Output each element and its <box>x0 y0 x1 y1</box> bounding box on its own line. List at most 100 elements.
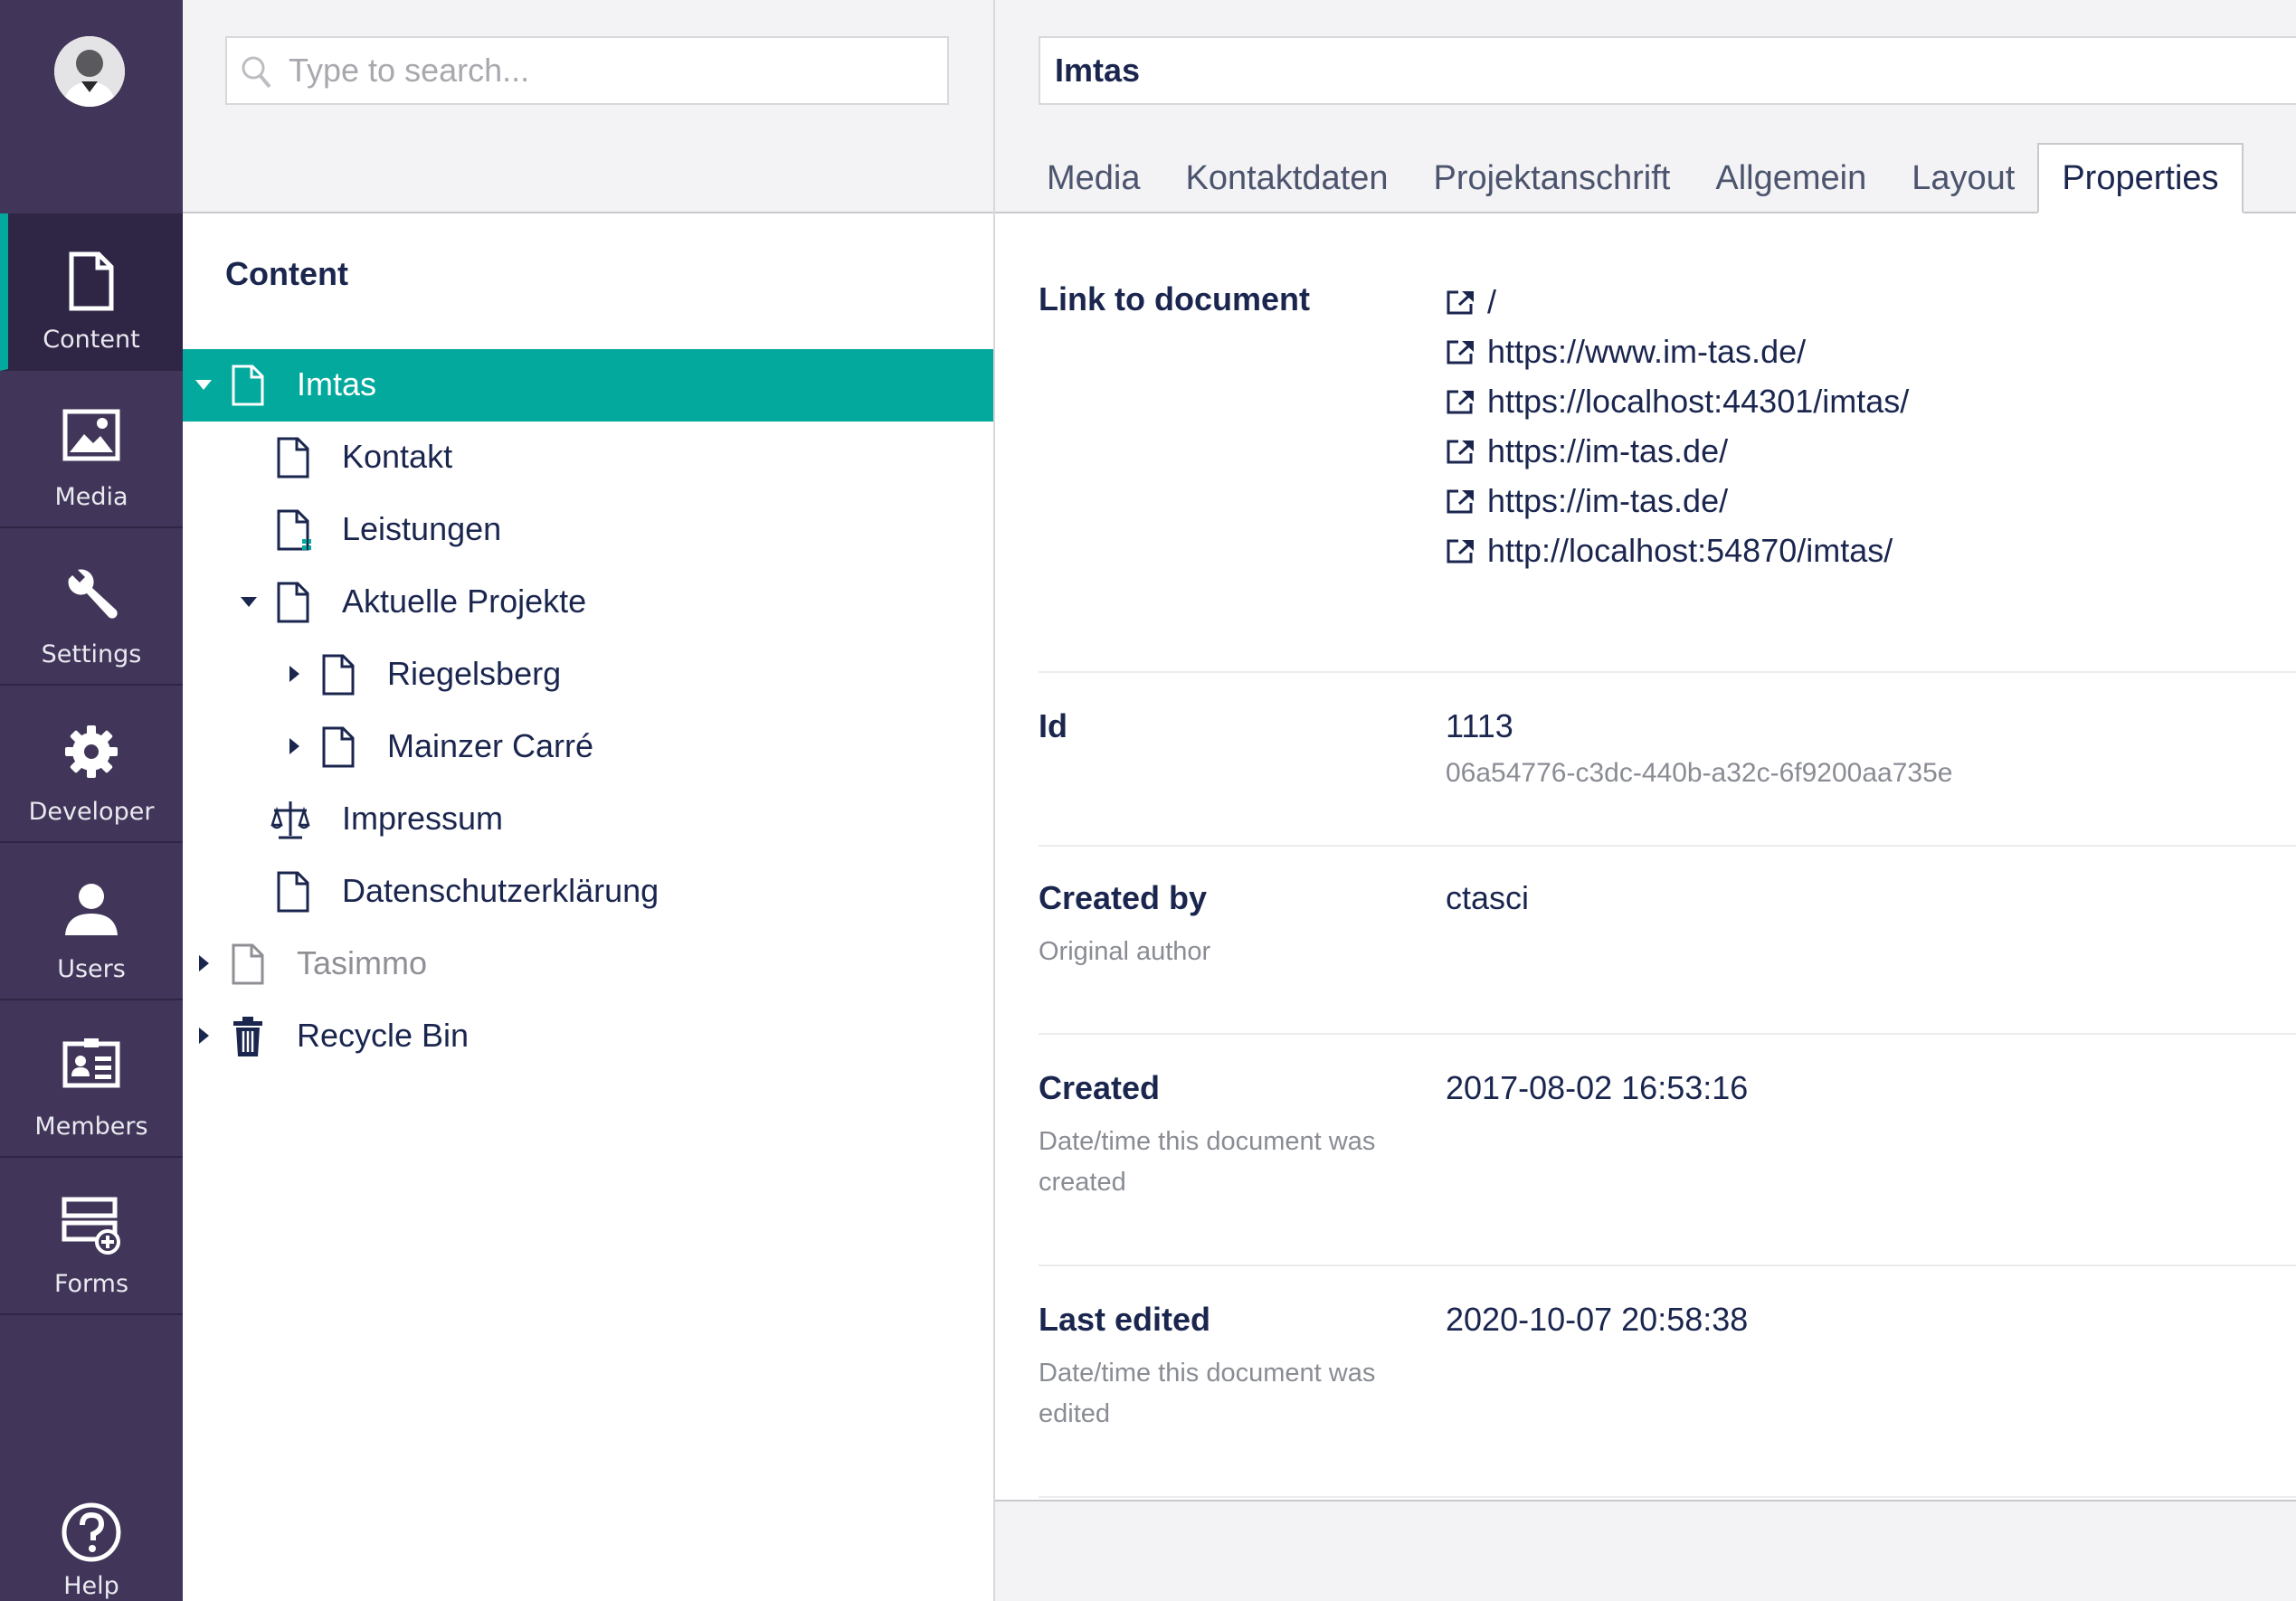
caret-down-icon[interactable] <box>239 592 259 611</box>
tree-node-aktuelle-projekte[interactable]: Aktuelle Projekte <box>183 566 993 639</box>
caret-right-icon[interactable] <box>284 664 304 684</box>
nav-label: Developer <box>28 798 155 826</box>
property-label: Created by <box>1039 879 1208 916</box>
document-link[interactable]: https://localhost:44301/imtas/ <box>1446 376 1909 426</box>
tab-layout[interactable]: Layout <box>1889 143 2037 213</box>
tree-node-datenschutzerklaerung[interactable]: Datenschutzerklärung <box>183 856 993 928</box>
link-list: / https://www.im-tas.de/ https://localho… <box>1446 277 1909 575</box>
link-text: https://localhost:44301/imtas/ <box>1487 382 1910 420</box>
caret-right-icon[interactable] <box>284 736 304 756</box>
nav-settings[interactable]: Settings <box>0 528 183 686</box>
user-icon <box>65 884 118 935</box>
tree-node-recycle-bin[interactable]: Recycle Bin <box>183 1000 993 1073</box>
wrench-icon <box>68 569 118 619</box>
tab-properties[interactable]: Properties <box>2037 143 2244 213</box>
tree-node-label: Riegelsberg <box>387 655 562 692</box>
caret-right-icon[interactable] <box>194 953 213 973</box>
forms-icon <box>62 1197 120 1255</box>
document-icon <box>277 582 309 623</box>
tree-node-kontakt[interactable]: Kontakt <box>183 422 993 494</box>
document-link[interactable]: https://im-tas.de/ <box>1446 476 1909 526</box>
tree-node-mainzer-carre[interactable]: Mainzer Carré <box>183 711 993 783</box>
editor-tabs: Media Kontaktdaten Projektanschrift Allg… <box>1024 143 2244 213</box>
property-links: Link to document / https://www.im-tas.de… <box>1039 213 2296 673</box>
document-link[interactable]: / <box>1446 277 1909 327</box>
document-link[interactable]: http://localhost:54870/imtas/ <box>1446 526 1909 575</box>
nav-content[interactable]: Content <box>0 213 183 371</box>
document-list-view-icon <box>277 509 311 551</box>
content-editor: Media Kontaktdaten Projektanschrift Allg… <box>995 0 2296 1601</box>
nav-label: Settings <box>41 640 142 668</box>
nav-label: Help <box>63 1572 119 1600</box>
document-icon <box>232 943 264 985</box>
tree-node-label: Aktuelle Projekte <box>342 583 587 620</box>
guid-value: 06a54776-c3dc-440b-a32c-6f9200aa735e <box>1446 758 1953 788</box>
nav-developer[interactable]: Developer <box>0 686 183 843</box>
document-icon <box>232 365 264 406</box>
tree-node-label: Impressum <box>342 800 504 837</box>
external-link-icon <box>1447 340 1474 364</box>
created-by-value: ctasci <box>1446 879 1530 916</box>
external-link-icon <box>1447 290 1474 314</box>
link-text: https://im-tas.de/ <box>1487 431 1729 469</box>
created-value: 2017-08-02 16:53:16 <box>1446 1069 1749 1106</box>
external-link-icon <box>1447 489 1474 513</box>
property-created-by: Created by Original author ctasci <box>1039 847 2296 1035</box>
nav-members[interactable]: Members <box>0 1000 183 1158</box>
trash-icon <box>233 1017 262 1056</box>
tab-allgemein[interactable]: Allgemein <box>1693 143 1889 213</box>
document-icon <box>322 654 355 696</box>
nav-media[interactable]: Media <box>0 371 183 528</box>
node-name-input[interactable] <box>1053 38 2296 103</box>
tab-kontaktdaten[interactable]: Kontaktdaten <box>1163 143 1411 213</box>
tree-title: Content <box>225 255 348 292</box>
editor-footer <box>995 1500 2296 1601</box>
node-name-box[interactable] <box>1039 36 2296 105</box>
editor-header: Media Kontaktdaten Projektanschrift Allg… <box>995 0 2296 213</box>
tree-node-label: Datenschutzerklärung <box>342 872 659 909</box>
nav-label: Members <box>34 1113 148 1141</box>
user-avatar[interactable] <box>54 36 125 107</box>
search-bar <box>183 0 993 213</box>
link-text: / <box>1487 282 1497 320</box>
property-label: Created <box>1039 1069 1161 1106</box>
tree-node-leistungen[interactable]: Leistungen <box>183 494 993 566</box>
gear-icon <box>65 725 118 778</box>
image-icon <box>62 409 120 461</box>
nav-label: Content <box>43 326 140 354</box>
nav-label: Media <box>54 483 128 511</box>
document-icon <box>277 437 309 478</box>
tree-node-label: Leistungen <box>342 510 502 547</box>
content-tree-panel: Content Imtas Kontakt Leistungen Aktuell… <box>183 0 995 1601</box>
property-id: Id 1113 06a54776-c3dc-440b-a32c-6f9200aa… <box>1039 673 2296 847</box>
help-icon <box>62 1502 121 1562</box>
search-input[interactable] <box>287 38 938 103</box>
tab-media[interactable]: Media <box>1024 143 1163 213</box>
property-label: Last edited <box>1039 1301 1211 1338</box>
properties-panel: Link to document / https://www.im-tas.de… <box>1039 213 2296 1498</box>
document-link[interactable]: https://www.im-tas.de/ <box>1446 327 1909 376</box>
tree-node-label: Tasimmo <box>297 944 428 981</box>
search-box[interactable] <box>225 36 949 105</box>
scales-icon <box>270 801 310 839</box>
search-icon <box>242 56 271 89</box>
nav-forms[interactable]: Forms <box>0 1158 183 1315</box>
document-icon <box>277 871 309 913</box>
property-description: Original author <box>1039 937 1211 966</box>
property-created: Created Date/time this document was crea… <box>1039 1035 2296 1266</box>
link-text: https://im-tas.de/ <box>1487 481 1729 519</box>
tab-projektanschrift[interactable]: Projektanschrift <box>1410 143 1693 213</box>
nav-help[interactable]: Help <box>0 1502 183 1601</box>
caret-right-icon[interactable] <box>194 1026 213 1046</box>
tree-node-label: Mainzer Carré <box>387 727 594 764</box>
edited-value: 2020-10-07 20:58:38 <box>1446 1301 1749 1338</box>
document-link[interactable]: https://im-tas.de/ <box>1446 426 1909 476</box>
id-card-icon <box>62 1038 120 1088</box>
tree-node-tasimmo[interactable]: Tasimmo <box>183 928 993 1000</box>
caret-down-icon[interactable] <box>194 374 213 394</box>
tree-node-impressum[interactable]: Impressum <box>183 783 993 856</box>
tree-node-riegelsberg[interactable]: Riegelsberg <box>183 639 993 711</box>
nav-users[interactable]: Users <box>0 843 183 1000</box>
tree-node-label: Recycle Bin <box>297 1017 470 1054</box>
tree-node-imtas[interactable]: Imtas <box>183 349 993 422</box>
